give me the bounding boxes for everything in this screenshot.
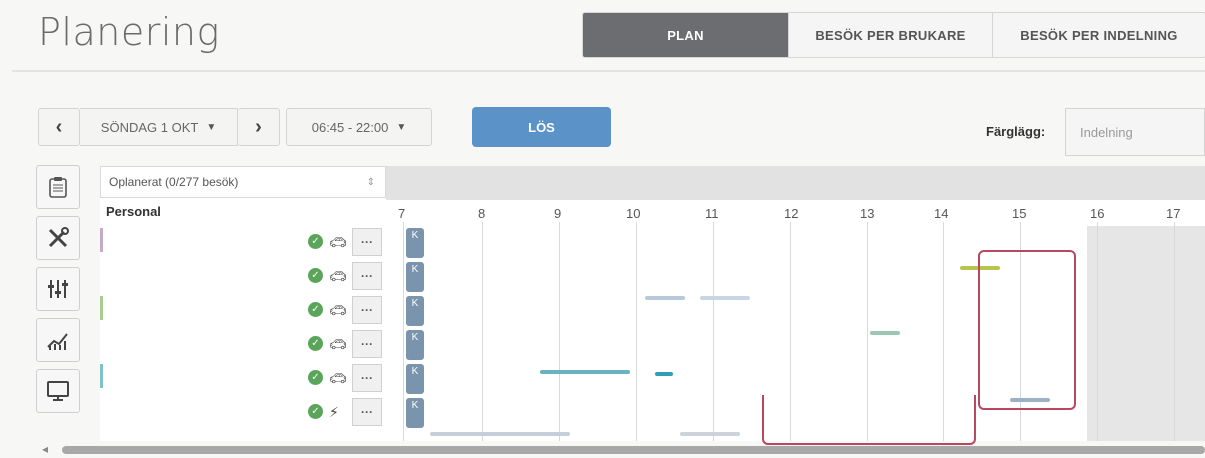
personal-column-header: Personal <box>106 204 161 219</box>
row-menu-button[interactable]: ··· <box>352 398 382 426</box>
row-menu-button[interactable]: ··· <box>352 228 382 256</box>
monitor-icon[interactable] <box>36 369 80 413</box>
time-range-select[interactable]: 06:45 - 22:00 ▼ <box>286 108 432 146</box>
hour-label: 17 <box>1166 206 1181 221</box>
highlight-annotation <box>978 250 1076 410</box>
car-icon[interactable]: 🚗︎ <box>329 235 347 249</box>
tools-icon[interactable] <box>36 216 80 260</box>
check-icon[interactable]: ✓ <box>308 370 323 385</box>
row-badge[interactable]: K <box>406 228 424 258</box>
car-icon[interactable]: 🚗︎ <box>329 371 347 385</box>
hour-label: 12 <box>784 206 799 221</box>
color-by-select[interactable]: Indelning <box>1065 108 1205 156</box>
hour-label: 9 <box>554 206 562 221</box>
unplanned-label: Oplanerat (0/277 besök) <box>109 175 239 189</box>
chart-icon[interactable] <box>36 318 80 362</box>
hour-label: 14 <box>934 206 949 221</box>
row-badge[interactable]: K <box>406 262 424 292</box>
row-color-strip <box>100 296 103 320</box>
hour-gridline <box>1097 222 1098 441</box>
page-title: Planering <box>38 10 220 54</box>
next-day-button[interactable]: › <box>238 108 280 146</box>
check-icon[interactable]: ✓ <box>308 234 323 249</box>
horizontal-scrollbar[interactable] <box>62 446 1205 454</box>
chevron-down-icon: ▼ <box>206 121 217 133</box>
check-icon[interactable]: ✓ <box>308 404 323 419</box>
date-label: SÖNDAG 1 OKT <box>100 119 199 135</box>
row-color-strip <box>100 364 103 388</box>
clipboard-icon[interactable] <box>36 165 80 209</box>
hour-label: 10 <box>626 206 641 221</box>
row-status-icons: ✓ 🚗︎ <box>308 302 347 317</box>
bike-icon[interactable]: ⚡︎ <box>329 405 345 419</box>
header-divider <box>12 70 1205 72</box>
row-badge[interactable]: K <box>406 296 424 326</box>
row-badge[interactable]: K <box>406 330 424 360</box>
visit-block[interactable] <box>645 296 685 300</box>
row-status-icons: ✓ 🚗︎ <box>308 234 347 249</box>
row-status-icons: ✓ 🚗︎ <box>308 370 347 385</box>
solve-button[interactable]: LÖS <box>472 107 611 147</box>
visit-block[interactable] <box>680 432 740 436</box>
visit-block[interactable] <box>430 432 570 436</box>
hour-label: 11 <box>705 206 719 221</box>
side-toolbar <box>36 165 84 420</box>
staff-row: ✓ 🚗︎ ··· K <box>100 260 424 294</box>
hour-label: 7 <box>398 206 406 221</box>
visit-block[interactable] <box>700 296 750 300</box>
visit-block[interactable] <box>870 331 900 335</box>
car-icon[interactable]: 🚗︎ <box>329 337 347 351</box>
timeline-header-band <box>386 166 1205 200</box>
highlight-annotation <box>762 395 976 445</box>
row-status-icons: ✓ 🚗︎ <box>308 336 347 351</box>
check-icon[interactable]: ✓ <box>308 336 323 351</box>
row-menu-button[interactable]: ··· <box>352 330 382 358</box>
hour-gridline <box>482 222 483 441</box>
staff-row: ✓ 🚗︎ ··· K <box>100 226 424 260</box>
hour-gridline <box>1174 222 1175 441</box>
row-badge[interactable]: K <box>406 364 424 394</box>
chevron-down-icon: ▼ <box>396 121 407 133</box>
car-icon[interactable]: 🚗︎ <box>329 269 347 283</box>
row-menu-button[interactable]: ··· <box>352 364 382 392</box>
row-badge[interactable]: K <box>406 398 424 428</box>
row-menu-button[interactable]: ··· <box>352 262 382 290</box>
hour-label: 15 <box>1012 206 1027 221</box>
previous-day-button[interactable]: ‹ <box>38 108 80 146</box>
unplanned-select[interactable]: Oplanerat (0/277 besök) ⇕ <box>100 166 386 198</box>
hour-gridline <box>636 222 637 441</box>
check-icon[interactable]: ✓ <box>308 302 323 317</box>
row-color-strip <box>100 228 103 252</box>
staff-row: ✓ 🚗︎ ··· K <box>100 362 424 396</box>
view-tabs: PLAN BESÖK PER BRUKARE BESÖK PER INDELNI… <box>582 12 1205 58</box>
car-icon[interactable]: 🚗︎ <box>329 303 347 317</box>
date-select[interactable]: SÖNDAG 1 OKT ▼ <box>80 108 238 146</box>
tab-visits-per-client[interactable]: BESÖK PER BRUKARE <box>789 13 993 57</box>
chevron-updown-icon: ⇕ <box>366 176 375 188</box>
chevron-left-icon: ‹ <box>55 115 63 138</box>
row-status-icons: ✓ 🚗︎ <box>308 268 347 283</box>
tab-plan[interactable]: PLAN <box>583 13 789 57</box>
scroll-left-icon[interactable]: ◂ <box>42 442 48 456</box>
off-hours-area <box>1087 226 1205 441</box>
sliders-icon[interactable] <box>36 267 80 311</box>
chevron-right-icon: › <box>255 115 262 138</box>
row-status-icons: ✓ ⚡︎ <box>308 404 345 419</box>
staff-row: ✓ 🚗︎ ··· K <box>100 294 424 328</box>
staff-row: ✓ 🚗︎ ··· K <box>100 328 424 362</box>
hour-label: 16 <box>1090 206 1105 221</box>
tab-visits-per-division[interactable]: BESÖK PER INDELNING <box>993 13 1205 57</box>
color-by-label: Färglägg: <box>986 124 1046 139</box>
check-icon[interactable]: ✓ <box>308 268 323 283</box>
hour-gridline <box>559 222 560 441</box>
hour-label: 13 <box>860 206 875 221</box>
visit-block[interactable] <box>655 372 673 376</box>
hour-label: 8 <box>478 206 486 221</box>
time-range-label: 06:45 - 22:00 <box>311 119 389 135</box>
hour-gridline <box>713 222 714 441</box>
staff-row: ✓ ⚡︎ ··· K <box>100 396 424 430</box>
visit-block[interactable] <box>540 370 630 374</box>
row-menu-button[interactable]: ··· <box>352 296 382 324</box>
